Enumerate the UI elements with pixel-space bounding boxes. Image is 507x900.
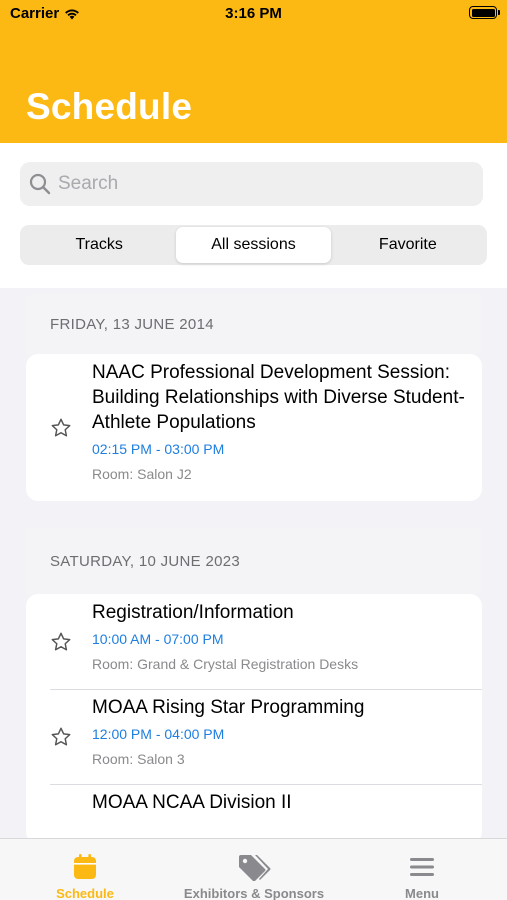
segment-tracks[interactable]: Tracks [22,227,176,263]
menu-icon [409,853,435,881]
tab-schedule[interactable]: Schedule [55,839,115,900]
tab-label: Schedule [56,886,114,900]
session-time: 02:15 PM - 03:00 PM [92,441,225,457]
section-header-date: SATURDAY, 10 JUNE 2023 [26,528,482,594]
search-bar[interactable] [20,162,483,206]
calendar-icon [73,853,97,881]
status-bar: Carrier 3:16 PM [0,0,507,30]
session-time: 10:00 AM - 07:00 PM [92,631,224,647]
session-list[interactable]: FRIDAY, 13 JUNE 2014 NAAC Professional D… [0,288,507,838]
day-section: FRIDAY, 13 JUNE 2014 NAAC Professional D… [26,294,482,501]
session-room: Room: Grand & Crystal Registration Desks [92,656,359,672]
session-card: Registration/Information 10:00 AM - 07:0… [26,594,482,838]
session-row[interactable]: Registration/Information 10:00 AM - 07:0… [26,594,482,689]
filter-panel: Tracks All sessions Favorite [0,143,507,288]
session-title: NAAC Professional Development Session: B… [92,362,465,433]
section-header-date: FRIDAY, 13 JUNE 2014 [26,294,482,354]
header-bar: Carrier 3:16 PM Schedule [0,0,507,143]
session-row[interactable]: MOAA NCAA Division II [26,784,482,838]
tags-icon [237,853,271,881]
tab-menu[interactable]: Menu [392,839,452,900]
favorite-star-icon[interactable] [50,631,72,653]
day-section: SATURDAY, 10 JUNE 2023 Registration/Info… [26,528,482,838]
tab-bar: Schedule Exhibitors & Sponsors Menu [0,838,507,900]
favorite-star-icon[interactable] [50,417,72,439]
session-title: MOAA Rising Star Programming [92,697,365,718]
search-icon [28,172,52,196]
session-room: Room: Salon 3 [92,751,185,767]
session-title: MOAA NCAA Division II [92,792,292,813]
session-card: NAAC Professional Development Session: B… [26,354,482,501]
status-time: 3:16 PM [225,5,282,22]
session-room: Room: Salon J2 [92,466,192,482]
session-title: Registration/Information [92,602,294,623]
page-title: Schedule [26,86,193,127]
session-time: 12:00 PM - 04:00 PM [92,726,225,742]
battery-icon [469,6,500,19]
tab-label: Exhibitors & Sponsors [183,886,325,900]
segment-favorite[interactable]: Favorite [331,227,485,263]
favorite-star-icon[interactable] [50,726,72,748]
search-input[interactable] [58,173,458,195]
session-row[interactable]: NAAC Professional Development Session: B… [26,354,482,501]
session-filter-segmented-control: Tracks All sessions Favorite [20,225,487,265]
session-row[interactable]: MOAA Rising Star Programming 12:00 PM - … [26,689,482,784]
segment-all-sessions[interactable]: All sessions [176,227,331,263]
tab-exhibitors-sponsors[interactable]: Exhibitors & Sponsors [183,839,325,900]
tab-label: Menu [405,886,439,900]
